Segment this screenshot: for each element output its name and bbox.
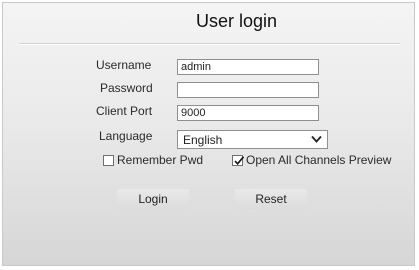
language-select-value: English	[183, 133, 223, 147]
login-dialog: User login Username Password Client Port…	[2, 2, 415, 266]
remember-pwd-checkbox[interactable]	[103, 155, 114, 166]
language-select[interactable]: English	[177, 130, 328, 149]
reset-button[interactable]: Reset	[235, 189, 307, 209]
username-input[interactable]	[177, 59, 319, 75]
chevron-down-icon	[311, 135, 322, 143]
password-label: Password	[100, 81, 153, 95]
login-button[interactable]: Login	[117, 189, 189, 209]
dialog-title: User login	[195, 11, 278, 31]
title-divider	[19, 44, 400, 45]
client-port-label: Client Port	[96, 104, 153, 118]
client-port-input[interactable]	[177, 105, 319, 121]
username-label: Username	[96, 58, 152, 72]
checkmark-icon	[234, 156, 245, 166]
remember-pwd-label: Remember Pwd	[117, 153, 204, 167]
password-input[interactable]	[177, 82, 319, 98]
language-label: Language	[99, 129, 153, 143]
open-all-channels-checkbox[interactable]	[232, 155, 245, 166]
open-all-channels-label: Open All Channels Preview	[246, 153, 392, 167]
